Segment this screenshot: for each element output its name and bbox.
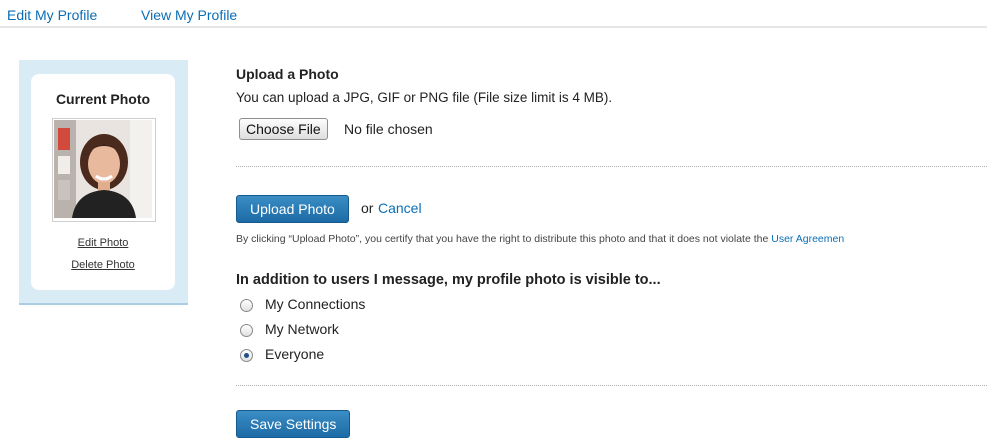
profile-photo	[52, 118, 156, 222]
radio-label[interactable]: My Network	[265, 321, 339, 337]
edit-photo-link[interactable]: Edit Photo	[31, 237, 175, 249]
radio-label[interactable]: Everyone	[265, 346, 324, 362]
delete-photo-link[interactable]: Delete Photo	[31, 259, 175, 271]
choose-file-button[interactable]: Choose File	[239, 118, 328, 140]
upload-photo-button[interactable]: Upload Photo	[236, 195, 349, 223]
cancel-link[interactable]: Cancel	[378, 200, 422, 216]
radio-my-network[interactable]	[240, 324, 253, 337]
or-text: or	[361, 200, 374, 216]
divider	[236, 385, 987, 386]
profile-photo-image	[54, 120, 152, 218]
divider	[236, 166, 987, 167]
current-photo-card: Current Photo Edit Photo Delete Photo	[31, 74, 175, 290]
save-settings-button[interactable]: Save Settings	[236, 410, 351, 438]
radio-everyone[interactable]	[240, 349, 253, 362]
disclaimer-text: By clicking “Upload Photo”, you certify …	[236, 233, 769, 245]
current-photo-panel: Current Photo Edit Photo Delete Photo	[19, 60, 188, 305]
view-my-profile-link[interactable]: View My Profile	[141, 7, 237, 23]
file-status: No file chosen	[344, 121, 433, 137]
upload-description: You can upload a JPG, GIF or PNG file (F…	[236, 90, 613, 105]
visibility-heading: In addition to users I message, my profi…	[236, 272, 661, 288]
radio-my-connections[interactable]	[240, 299, 253, 312]
current-photo-title: Current Photo	[55, 91, 151, 107]
upload-photo-form: Upload a Photo You can upload a JPG, GIF…	[236, 0, 987, 439]
upload-disclaimer: By clicking “Upload Photo”, you certify …	[236, 233, 844, 245]
user-agreement-link[interactable]: User Agreemen	[771, 233, 844, 245]
upload-heading: Upload a Photo	[236, 66, 339, 82]
radio-label[interactable]: My Connections	[265, 296, 365, 312]
edit-my-profile-link[interactable]: Edit My Profile	[7, 7, 97, 23]
